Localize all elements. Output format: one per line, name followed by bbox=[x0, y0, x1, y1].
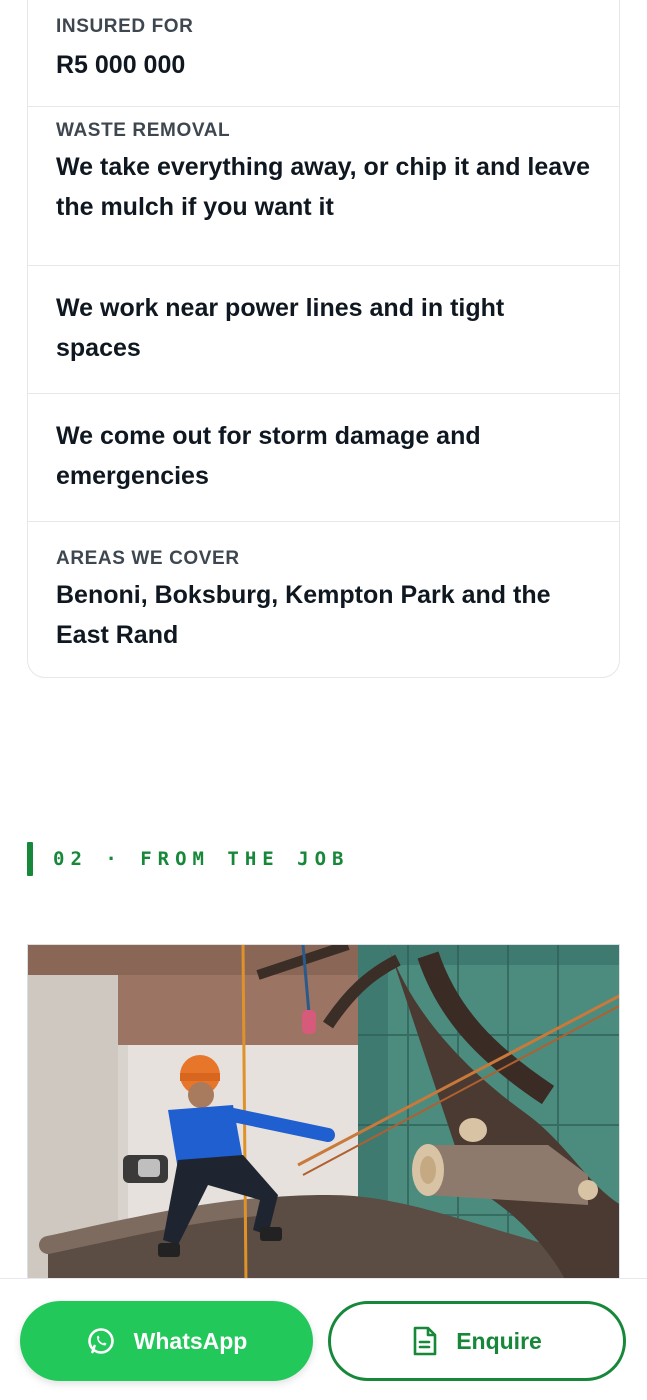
enquire-label: Enquire bbox=[456, 1327, 542, 1354]
detail-row-waste-removal: WASTE REMOVAL We take everything away, o… bbox=[28, 107, 619, 266]
detail-label: INSURED FOR bbox=[56, 16, 194, 37]
detail-value: Benoni, Boksburg, Kempton Park and the E… bbox=[56, 581, 551, 649]
detail-value: R5 000 000 bbox=[56, 51, 186, 79]
whatsapp-icon bbox=[86, 1326, 116, 1356]
detail-row-insured: INSURED FOR R5 000 000 bbox=[28, 1, 619, 107]
section-accent-bar bbox=[27, 842, 33, 876]
section-heading: 02 · FROM THE JOB bbox=[27, 842, 349, 876]
detail-label: AREAS WE COVER bbox=[56, 548, 240, 569]
detail-row-areas: AREAS WE COVER Benoni, Boksburg, Kempton… bbox=[28, 522, 619, 677]
detail-value: We come out for storm damage and emergen… bbox=[56, 422, 481, 490]
arborist-photo-illustration bbox=[28, 945, 619, 1283]
document-icon bbox=[412, 1326, 438, 1356]
detail-row-power-lines: We work near power lines and in tight sp… bbox=[28, 266, 619, 394]
whatsapp-button[interactable]: WhatsApp bbox=[20, 1301, 313, 1381]
detail-value: We take everything away, or chip it and … bbox=[56, 153, 590, 221]
detail-label: WASTE REMOVAL bbox=[56, 120, 231, 141]
section-title: 02 · FROM THE JOB bbox=[53, 848, 350, 870]
whatsapp-label: WhatsApp bbox=[133, 1327, 248, 1354]
detail-row-emergencies: We come out for storm damage and emergen… bbox=[28, 394, 619, 522]
details-card: INSURED FOR R5 000 000 WASTE REMOVAL We … bbox=[27, 0, 620, 678]
job-photo bbox=[27, 944, 620, 1284]
bottom-action-bar: WhatsApp Enquire bbox=[0, 1278, 647, 1400]
enquire-button[interactable]: Enquire bbox=[328, 1301, 626, 1381]
detail-value: We work near power lines and in tight sp… bbox=[56, 294, 505, 362]
